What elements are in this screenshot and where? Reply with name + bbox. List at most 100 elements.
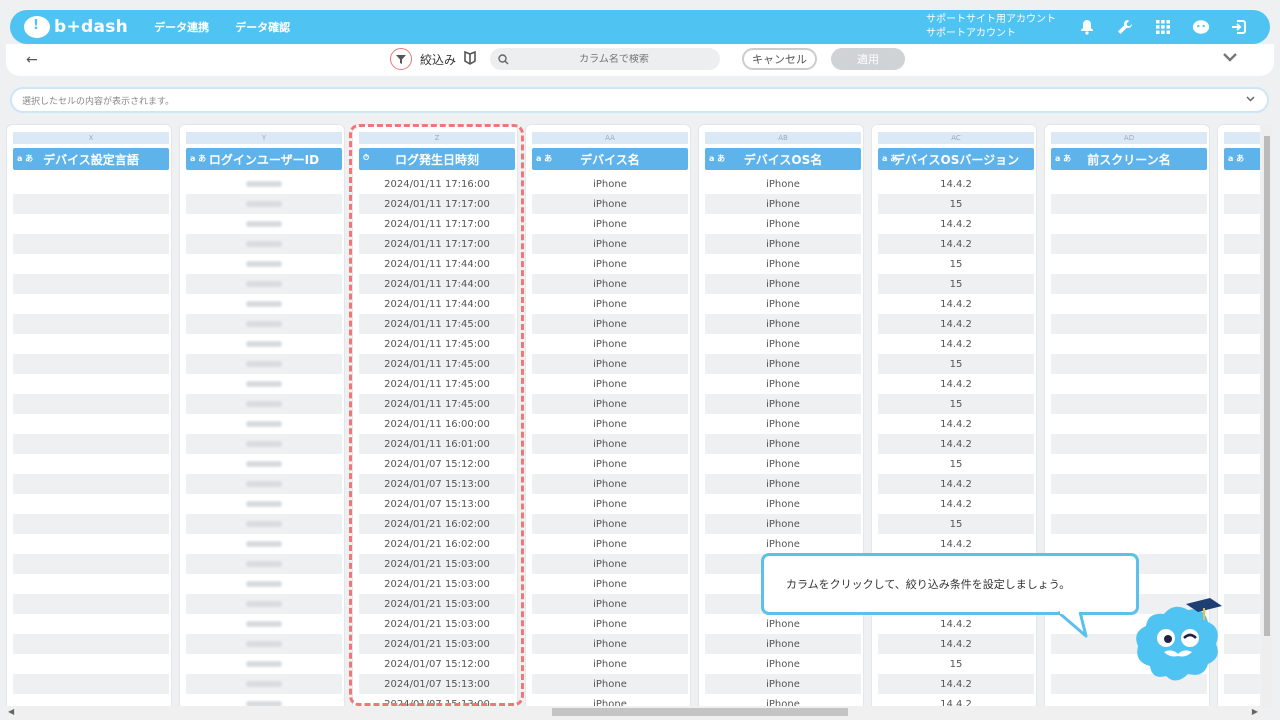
scroll-right-icon[interactable]: ▶ — [1252, 707, 1258, 716]
table-cell[interactable]: iPhone — [705, 614, 861, 634]
table-cell[interactable] — [1224, 594, 1260, 614]
table-cell[interactable] — [1224, 474, 1260, 494]
table-cell[interactable]: 14.4.2 — [878, 234, 1034, 254]
table-cell[interactable]: iPhone — [532, 194, 688, 214]
grid-column[interactable]: Ya あログインユーザーID — [179, 124, 345, 708]
table-cell[interactable] — [13, 534, 169, 554]
table-cell[interactable]: 14.4.2 — [878, 614, 1034, 634]
table-cell[interactable]: 2024/01/11 17:45:00 — [359, 314, 515, 334]
table-cell[interactable]: iPhone — [532, 654, 688, 674]
table-cell[interactable]: 15 — [878, 514, 1034, 534]
table-cell[interactable] — [1224, 574, 1260, 594]
table-cell[interactable]: iPhone — [705, 354, 861, 374]
table-cell[interactable] — [13, 494, 169, 514]
table-cell[interactable] — [13, 294, 169, 314]
table-cell[interactable]: iPhone — [705, 454, 861, 474]
table-cell[interactable]: 2024/01/11 16:00:00 — [359, 414, 515, 434]
table-cell[interactable] — [13, 274, 169, 294]
table-cell[interactable]: iPhone — [705, 534, 861, 554]
table-cell[interactable]: iPhone — [532, 334, 688, 354]
table-cell[interactable] — [1224, 634, 1260, 654]
table-cell[interactable] — [1051, 274, 1207, 294]
table-cell[interactable]: 2024/01/21 16:02:00 — [359, 534, 515, 554]
table-cell[interactable] — [186, 414, 342, 434]
table-cell[interactable]: 14.4.2 — [878, 674, 1034, 694]
table-cell[interactable]: iPhone — [532, 294, 688, 314]
column-header[interactable]: a あデバイスOSバージョン — [878, 148, 1034, 170]
table-cell[interactable]: iPhone — [705, 314, 861, 334]
table-cell[interactable] — [186, 194, 342, 214]
table-cell[interactable]: 2024/01/07 15:13:00 — [359, 494, 515, 514]
table-cell[interactable]: 14.4.2 — [878, 314, 1034, 334]
table-cell[interactable]: iPhone — [532, 474, 688, 494]
search-input[interactable] — [519, 53, 710, 65]
table-cell[interactable] — [186, 234, 342, 254]
logout-icon[interactable] — [1230, 18, 1248, 36]
grid-column[interactable]: AB a あデバイスOS名 iPhone iPhone iPhone iPhone iPho… — [698, 124, 864, 708]
table-cell[interactable]: 2024/01/11 17:16:00 — [359, 174, 515, 194]
table-cell[interactable]: iPhone — [532, 574, 688, 594]
table-cell[interactable]: iPhone — [705, 634, 861, 654]
table-cell[interactable] — [186, 394, 342, 414]
table-cell[interactable]: 14.4.2 — [878, 434, 1034, 454]
cell-content-display[interactable]: 選択したセルの内容が表示されます。 — [10, 87, 1269, 113]
grid-column[interactable]: Z ⏱ ログ発生日時刻 2024/01/11 17:16:00 2024/01/11 1… — [352, 124, 518, 708]
table-cell[interactable]: iPhone — [532, 354, 688, 374]
table-cell[interactable] — [186, 554, 342, 574]
table-cell[interactable] — [13, 474, 169, 494]
table-cell[interactable] — [1051, 474, 1207, 494]
account-info[interactable]: サポートサイト用アカウント サポートアカウント — [926, 13, 1056, 41]
table-cell[interactable]: 2024/01/21 15:03:00 — [359, 554, 515, 574]
table-cell[interactable]: iPhone — [532, 434, 688, 454]
table-cell[interactable] — [13, 454, 169, 474]
table-cell[interactable] — [13, 394, 169, 414]
wrench-icon[interactable] — [1116, 18, 1134, 36]
bell-icon[interactable] — [1078, 18, 1096, 36]
support-chat-icon[interactable] — [1192, 18, 1210, 36]
table-cell[interactable] — [1224, 534, 1260, 554]
table-cell[interactable]: 2024/01/21 16:02:00 — [359, 514, 515, 534]
table-cell[interactable] — [186, 534, 342, 554]
table-cell[interactable]: iPhone — [705, 414, 861, 434]
table-cell[interactable] — [186, 514, 342, 534]
table-cell[interactable] — [13, 314, 169, 334]
column-header[interactable]: a あ — [1224, 148, 1260, 170]
table-cell[interactable] — [186, 334, 342, 354]
nav-data-integration[interactable]: データ連携 — [154, 19, 209, 35]
table-cell[interactable]: iPhone — [705, 674, 861, 694]
table-cell[interactable] — [1224, 374, 1260, 394]
table-cell[interactable]: iPhone — [705, 474, 861, 494]
scroll-thumb[interactable] — [552, 708, 848, 716]
cancel-button[interactable]: キャンセル — [742, 48, 818, 70]
table-cell[interactable]: 2024/01/11 16:01:00 — [359, 434, 515, 454]
table-cell[interactable]: 14.4.2 — [878, 294, 1034, 314]
apply-button[interactable]: 適用 — [831, 48, 906, 70]
table-cell[interactable] — [186, 434, 342, 454]
table-cell[interactable] — [1051, 334, 1207, 354]
table-cell[interactable]: 15 — [878, 354, 1034, 374]
table-cell[interactable] — [1051, 434, 1207, 454]
table-cell[interactable] — [1224, 194, 1260, 214]
table-cell[interactable]: 2024/01/21 15:03:00 — [359, 634, 515, 654]
table-cell[interactable]: 14.4.2 — [878, 634, 1034, 654]
table-cell[interactable]: iPhone — [705, 514, 861, 534]
table-cell[interactable]: 2024/01/07 15:12:00 — [359, 654, 515, 674]
table-cell[interactable] — [186, 214, 342, 234]
table-cell[interactable] — [186, 654, 342, 674]
table-cell[interactable]: 15 — [878, 274, 1034, 294]
table-cell[interactable] — [186, 634, 342, 654]
horizontal-scrollbar[interactable]: ◀ ▶ — [6, 706, 1262, 718]
table-cell[interactable]: iPhone — [532, 214, 688, 234]
table-cell[interactable] — [1051, 514, 1207, 534]
table-cell[interactable]: 14.4.2 — [878, 414, 1034, 434]
table-cell[interactable] — [1051, 414, 1207, 434]
table-cell[interactable] — [1224, 254, 1260, 274]
table-cell[interactable] — [186, 614, 342, 634]
table-cell[interactable]: 2024/01/11 17:44:00 — [359, 274, 515, 294]
table-cell[interactable]: iPhone — [532, 674, 688, 694]
table-cell[interactable] — [1224, 554, 1260, 574]
table-cell[interactable]: iPhone — [705, 214, 861, 234]
scroll-left-icon[interactable]: ◀ — [8, 707, 14, 716]
table-cell[interactable]: 2024/01/11 17:17:00 — [359, 234, 515, 254]
table-cell[interactable] — [186, 474, 342, 494]
